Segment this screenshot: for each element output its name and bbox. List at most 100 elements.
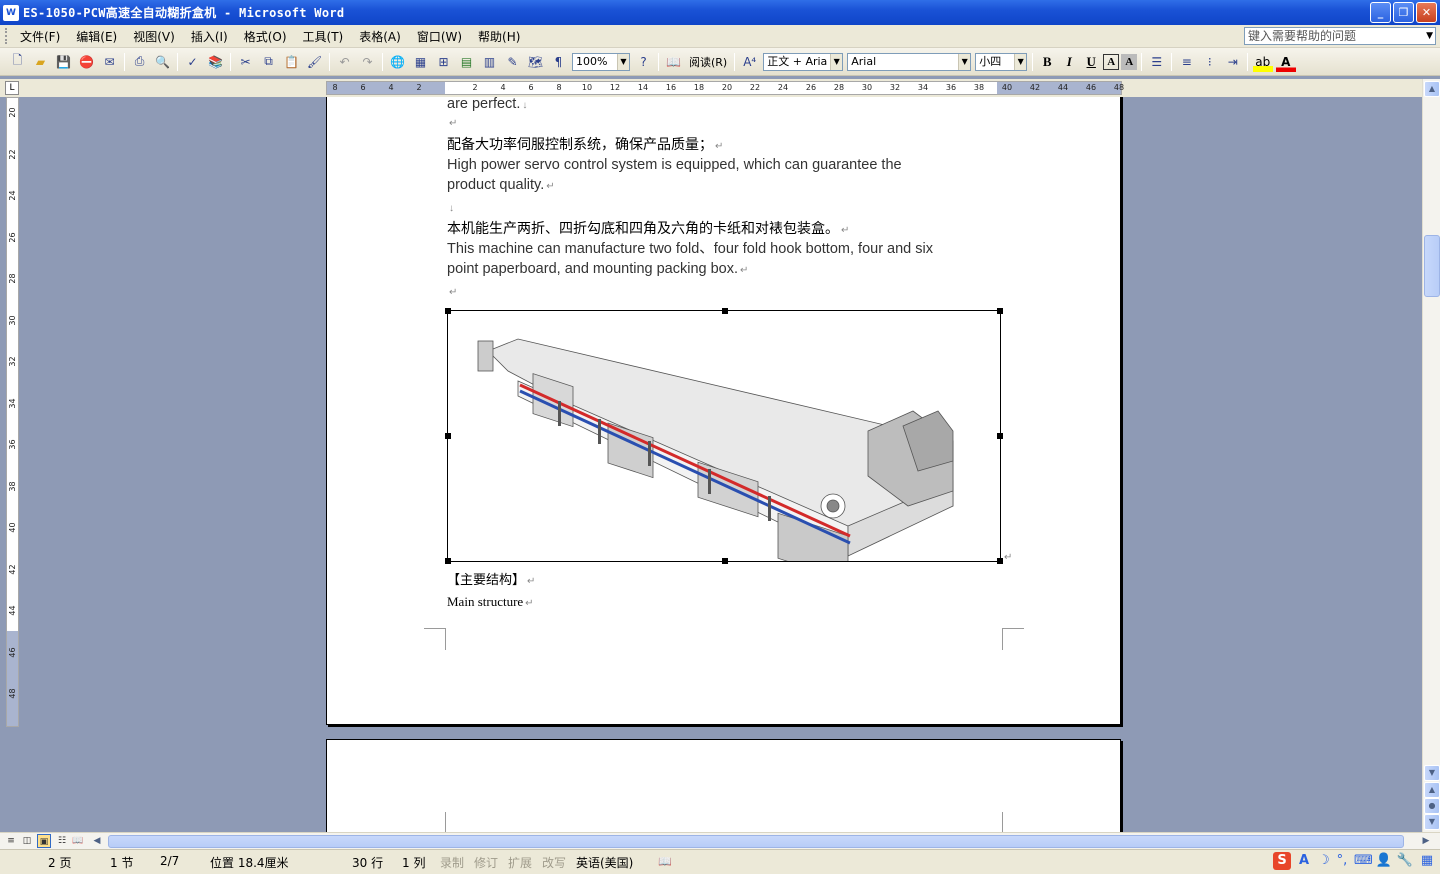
select-browse-object-icon[interactable]: ● [1424, 798, 1440, 814]
sogou-ime-icon[interactable]: S [1273, 852, 1291, 870]
permission-icon[interactable]: ⛔ [77, 52, 97, 72]
resize-handle[interactable] [997, 433, 1003, 439]
minimize-button[interactable]: _ [1370, 2, 1391, 23]
show-hide-icon[interactable]: ¶ [549, 52, 569, 72]
font-size-select[interactable]: 小四 ▼ [975, 52, 1028, 71]
numbering-icon[interactable]: ≡ [1177, 52, 1197, 72]
keyboard-icon[interactable]: ⌨ [1354, 852, 1373, 870]
paragraph-en[interactable]: High power servo control system is equip… [447, 155, 1007, 197]
char-border-icon[interactable]: A [1103, 53, 1120, 70]
print-preview-icon[interactable]: 🔍 [153, 52, 173, 72]
help-icon[interactable]: ? [634, 52, 654, 72]
resize-handle[interactable] [997, 558, 1003, 564]
empty-paragraph[interactable]: ↵ [447, 281, 1007, 303]
vertical-scrollbar[interactable]: ▲ ▼ ▲ ● ▼ [1422, 79, 1440, 832]
scroll-up-icon[interactable]: ▲ [1424, 81, 1440, 97]
vertical-ruler[interactable]: 20 22 24 26 28 30 32 34 36 38 40 42 44 46 48 [6, 97, 19, 727]
read-mode-icon[interactable]: 📖 [664, 52, 684, 72]
font-select[interactable]: Arial ▼ [847, 52, 972, 71]
print-layout-icon[interactable]: ▣ [37, 834, 51, 848]
vertical-scroll-thumb[interactable] [1424, 235, 1440, 297]
menu-help[interactable]: 帮助(H) [470, 27, 528, 46]
close-button[interactable]: ✕ [1416, 2, 1437, 23]
previous-page-icon[interactable]: ▲ [1424, 782, 1440, 798]
save-icon[interactable]: 💾 [54, 52, 74, 72]
columns-icon[interactable]: ▥ [480, 52, 500, 72]
style-select[interactable]: 正文 + Aria ▼ [763, 52, 844, 71]
resize-handle[interactable] [722, 308, 728, 314]
chevron-down-icon[interactable]: ▼ [1014, 53, 1027, 70]
status-overtype[interactable]: 改写 [542, 854, 566, 871]
status-extend[interactable]: 扩展 [508, 854, 532, 871]
outline-view-icon[interactable]: ☷ [55, 834, 69, 848]
help-search-input[interactable]: 键入需要帮助的问题 ▼ [1244, 27, 1436, 45]
heading-cn[interactable]: 【主要结构】 ↵ [447, 572, 1007, 591]
chevron-down-icon[interactable]: ▼ [1426, 28, 1433, 44]
machine-image[interactable] [445, 308, 1003, 582]
resize-handle[interactable] [445, 558, 451, 564]
horizontal-scroll-thumb[interactable] [108, 835, 1404, 848]
email-icon[interactable]: ✉ [100, 52, 120, 72]
new-document-icon[interactable]: 🗋 [8, 52, 28, 72]
user-icon[interactable]: 👤 [1375, 852, 1393, 870]
align-icon[interactable]: ☰ [1147, 52, 1167, 72]
moon-icon[interactable]: ☽ [1315, 852, 1333, 870]
bullets-icon[interactable]: ⁝ [1200, 52, 1220, 72]
normal-view-icon[interactable]: ≡ [4, 834, 18, 848]
restore-button[interactable]: ❐ [1393, 2, 1414, 23]
scroll-down-icon[interactable]: ▼ [1424, 765, 1440, 781]
menu-grip[interactable] [5, 28, 8, 44]
next-page-icon[interactable]: ▼ [1424, 814, 1440, 830]
document-page[interactable] [326, 739, 1121, 832]
hyperlink-icon[interactable]: 🌐 [388, 52, 408, 72]
redo-icon[interactable]: ↷ [358, 52, 378, 72]
italic-icon[interactable]: I [1059, 52, 1079, 72]
indent-icon[interactable]: ⇥ [1223, 52, 1243, 72]
paragraph-cn[interactable]: 配备大功率伺服控制系统，确保产品质量； ↵ [447, 135, 1007, 156]
styles-pane-icon[interactable]: A⁴ [740, 52, 760, 72]
status-track-changes[interactable]: 修订 [474, 854, 498, 871]
menu-view[interactable]: 视图(V) [125, 27, 183, 46]
scroll-left-icon[interactable]: ◀ [90, 834, 104, 848]
undo-icon[interactable]: ↶ [335, 52, 355, 72]
document-map-icon[interactable]: 🗺 [526, 52, 546, 72]
wrench-icon[interactable]: 🔧 [1396, 852, 1414, 870]
menu-grid-icon[interactable]: ▦ [1418, 852, 1436, 870]
read-mode-button[interactable]: 阅读(R) [685, 54, 731, 70]
format-painter-icon[interactable]: 🖌 [305, 52, 325, 72]
copy-icon[interactable]: ⧉ [259, 52, 279, 72]
zoom-select[interactable]: 100% ▼ [572, 52, 630, 71]
empty-paragraph[interactable]: ↓ [447, 197, 1007, 219]
reading-layout-icon[interactable]: 📖 [71, 834, 85, 848]
document-page[interactable]: are perfect. ↓ ↵ 配备大功率伺服控制系统，确保产品质量； ↵ Hig… [326, 97, 1121, 725]
document-workspace[interactable]: are perfect. ↓ ↵ 配备大功率伺服控制系统，确保产品质量； ↵ Hig… [24, 97, 1422, 832]
scroll-right-icon[interactable]: ▶ [1418, 834, 1434, 849]
paragraph-en[interactable]: This machine can manufacture two fold、fo… [447, 239, 1007, 281]
paragraph-cn[interactable]: 本机能生产两折、四折勾底和四角及六角的卡纸和对裱包装盒。 ↵ [447, 219, 1007, 240]
menu-edit[interactable]: 编辑(E) [68, 27, 125, 46]
resize-handle[interactable] [445, 433, 451, 439]
chevron-down-icon[interactable]: ▼ [958, 53, 971, 70]
horizontal-ruler[interactable]: 8 6 4 2 2 4 6 8 10 12 14 16 18 20 22 24 26 28 30 32 34 36 38 40… [326, 81, 1124, 95]
research-icon[interactable]: 📚 [206, 52, 226, 72]
menu-file[interactable]: 文件(F) [12, 27, 68, 46]
ime-mode-icon[interactable]: A [1295, 852, 1313, 870]
bold-icon[interactable]: B [1037, 52, 1057, 72]
font-color-icon[interactable]: A [1275, 51, 1296, 72]
underline-icon[interactable]: U [1081, 52, 1101, 72]
chevron-down-icon[interactable]: ▼ [830, 53, 843, 70]
menu-format[interactable]: 格式(O) [236, 27, 295, 46]
menu-tools[interactable]: 工具(T) [295, 27, 352, 46]
insert-excel-icon[interactable]: ▤ [457, 52, 477, 72]
drawing-icon[interactable]: ✎ [503, 52, 523, 72]
heading-en[interactable]: Main structure ↵ [447, 594, 1007, 610]
spelling-icon[interactable]: ✓ [183, 52, 203, 72]
empty-paragraph[interactable]: ↵ [447, 112, 1007, 134]
char-shading-icon[interactable]: A [1121, 53, 1138, 70]
open-folder-icon[interactable]: ▰ [31, 52, 51, 72]
print-icon[interactable]: ⎙ [130, 52, 150, 72]
menu-window[interactable]: 窗口(W) [409, 27, 470, 46]
status-language[interactable]: 英语(美国) [576, 854, 633, 871]
resize-handle[interactable] [445, 308, 451, 314]
highlight-icon[interactable]: ab [1252, 51, 1273, 72]
